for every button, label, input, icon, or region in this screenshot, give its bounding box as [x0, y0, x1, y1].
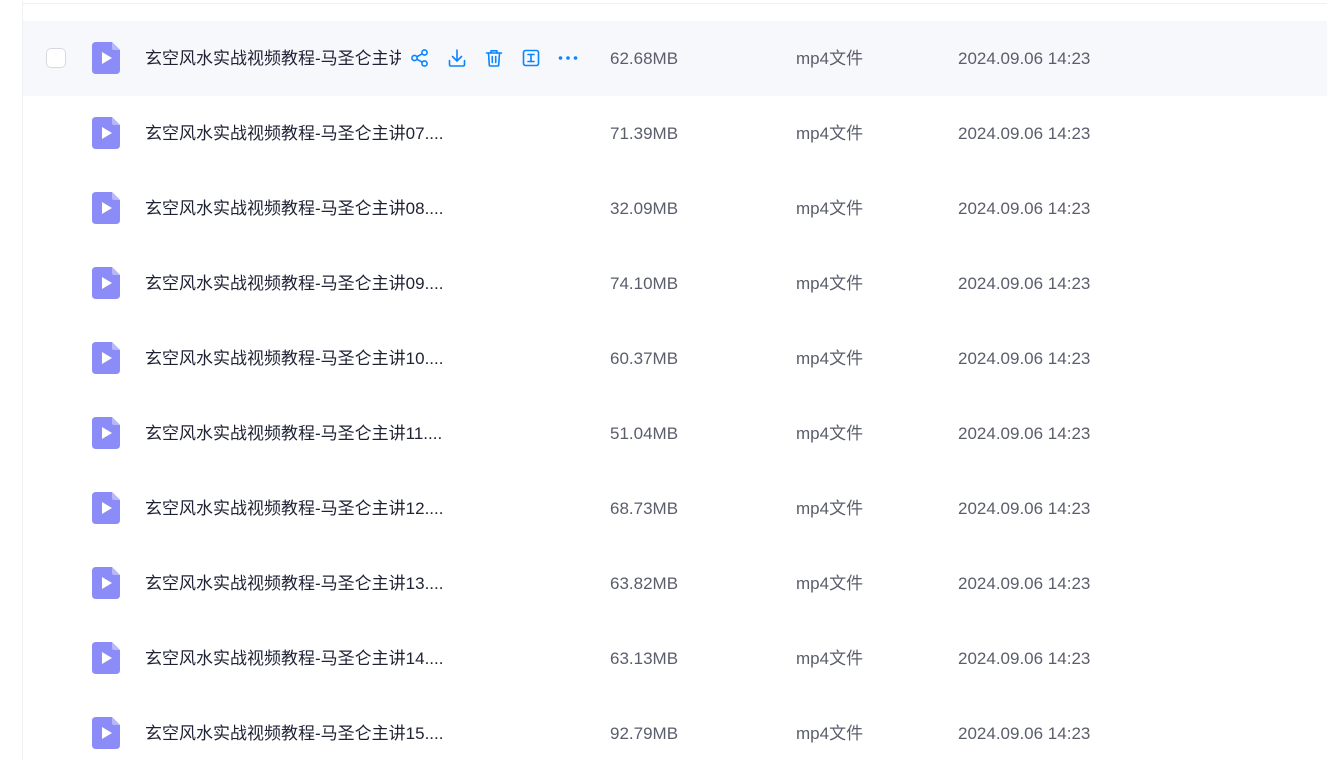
file-type: mp4文件: [796, 724, 864, 743]
rename-button[interactable]: [518, 45, 544, 71]
file-size: 92.79MB: [610, 724, 679, 743]
file-date: 2024.09.06 14:23: [958, 724, 1091, 743]
video-file-icon: [92, 192, 120, 224]
file-name[interactable]: 玄空风水实战视频教程-马圣仑主讲07....: [145, 122, 465, 146]
file-date: 2024.09.06 14:23: [958, 199, 1091, 218]
video-file-icon: [92, 642, 120, 674]
file-date: 2024.09.06 14:23: [958, 349, 1091, 368]
row-actions: [407, 45, 592, 71]
file-size: 62.68MB: [610, 49, 679, 68]
more-icon: [558, 56, 578, 60]
video-file-icon: [92, 492, 120, 524]
file-date: 2024.09.06 14:23: [958, 574, 1091, 593]
rename-icon: [522, 49, 540, 67]
video-file-icon: [92, 267, 120, 299]
file-row[interactable]: 玄空风水实战视频教程-马圣仑主讲10.... 60.37MB mp4文件 202…: [23, 321, 1327, 396]
file-name[interactable]: 玄空风水实战视频教程-马圣仑主讲15....: [145, 722, 465, 746]
file-type: mp4文件: [796, 124, 864, 143]
file-size: 74.10MB: [610, 274, 679, 293]
video-file-icon: [92, 567, 120, 599]
file-name[interactable]: 玄空风水实战视频教程-马圣仑主讲11....: [145, 422, 465, 446]
file-type: mp4文件: [796, 199, 864, 218]
file-name[interactable]: 玄空风水实战视频教程-马圣仑主讲13....: [145, 572, 465, 596]
file-size: 71.39MB: [610, 124, 679, 143]
file-date: 2024.09.06 14:23: [958, 274, 1091, 293]
file-name[interactable]: 玄空风水实战视频教程-马圣仑主讲10....: [145, 347, 465, 371]
file-size: 63.82MB: [610, 574, 679, 593]
video-file-icon: [92, 42, 120, 74]
file-name[interactable]: 玄空风水实战视频教程-马圣仑主讲12....: [145, 497, 465, 521]
delete-button[interactable]: [481, 45, 507, 71]
share-icon: [411, 49, 428, 67]
video-file-icon: [92, 342, 120, 374]
file-list-page: 玄空风水实战视频教程-马圣仑主讲06.mp4: [0, 0, 1327, 760]
file-size: 51.04MB: [610, 424, 679, 443]
file-type: mp4文件: [796, 424, 864, 443]
file-name[interactable]: 玄空风水实战视频教程-马圣仑主讲14....: [145, 647, 465, 671]
file-size: 60.37MB: [610, 349, 679, 368]
video-file-icon: [92, 417, 120, 449]
more-button[interactable]: [555, 45, 581, 71]
file-size: 68.73MB: [610, 499, 679, 518]
file-type: mp4文件: [796, 274, 864, 293]
video-file-icon: [92, 717, 120, 749]
file-row[interactable]: 玄空风水实战视频教程-马圣仑主讲06.mp4: [23, 21, 1327, 96]
row-checkbox[interactable]: [46, 48, 66, 68]
file-name[interactable]: 玄空风水实战视频教程-马圣仑主讲06.mp4: [145, 47, 401, 71]
file-date: 2024.09.06 14:23: [958, 49, 1091, 68]
file-size: 32.09MB: [610, 199, 679, 218]
file-row[interactable]: 玄空风水实战视频教程-马圣仑主讲13.... 63.82MB mp4文件 202…: [23, 546, 1327, 621]
share-button[interactable]: [407, 45, 433, 71]
file-type: mp4文件: [796, 649, 864, 668]
file-row[interactable]: 玄空风水实战视频教程-马圣仑主讲15.... 92.79MB mp4文件 202…: [23, 696, 1327, 760]
file-row[interactable]: 玄空风水实战视频教程-马圣仑主讲11.... 51.04MB mp4文件 202…: [23, 396, 1327, 471]
file-date: 2024.09.06 14:23: [958, 424, 1091, 443]
file-date: 2024.09.06 14:23: [958, 124, 1091, 143]
file-row[interactable]: 玄空风水实战视频教程-马圣仑主讲07.... 71.39MB mp4文件 202…: [23, 96, 1327, 171]
delete-icon: [485, 50, 503, 67]
file-name[interactable]: 玄空风水实战视频教程-马圣仑主讲08....: [145, 197, 465, 221]
file-row[interactable]: 玄空风水实战视频教程-马圣仑主讲09.... 74.10MB mp4文件 202…: [23, 246, 1327, 321]
file-date: 2024.09.06 14:23: [958, 649, 1091, 668]
file-type: mp4文件: [796, 574, 864, 593]
file-type: mp4文件: [796, 499, 864, 518]
file-name[interactable]: 玄空风水实战视频教程-马圣仑主讲09....: [145, 272, 465, 296]
file-size: 63.13MB: [610, 649, 679, 668]
download-icon: [448, 49, 466, 67]
file-row[interactable]: 玄空风水实战视频教程-马圣仑主讲12.... 68.73MB mp4文件 202…: [23, 471, 1327, 546]
download-button[interactable]: [444, 45, 470, 71]
file-list: 玄空风水实战视频教程-马圣仑主讲06.mp4: [23, 21, 1327, 760]
header-divider: [22, 3, 1327, 4]
file-type: mp4文件: [796, 349, 864, 368]
file-date: 2024.09.06 14:23: [958, 499, 1091, 518]
file-row[interactable]: 玄空风水实战视频教程-马圣仑主讲08.... 32.09MB mp4文件 202…: [23, 171, 1327, 246]
file-type: mp4文件: [796, 49, 864, 68]
file-row[interactable]: 玄空风水实战视频教程-马圣仑主讲14.... 63.13MB mp4文件 202…: [23, 621, 1327, 696]
video-file-icon: [92, 117, 120, 149]
